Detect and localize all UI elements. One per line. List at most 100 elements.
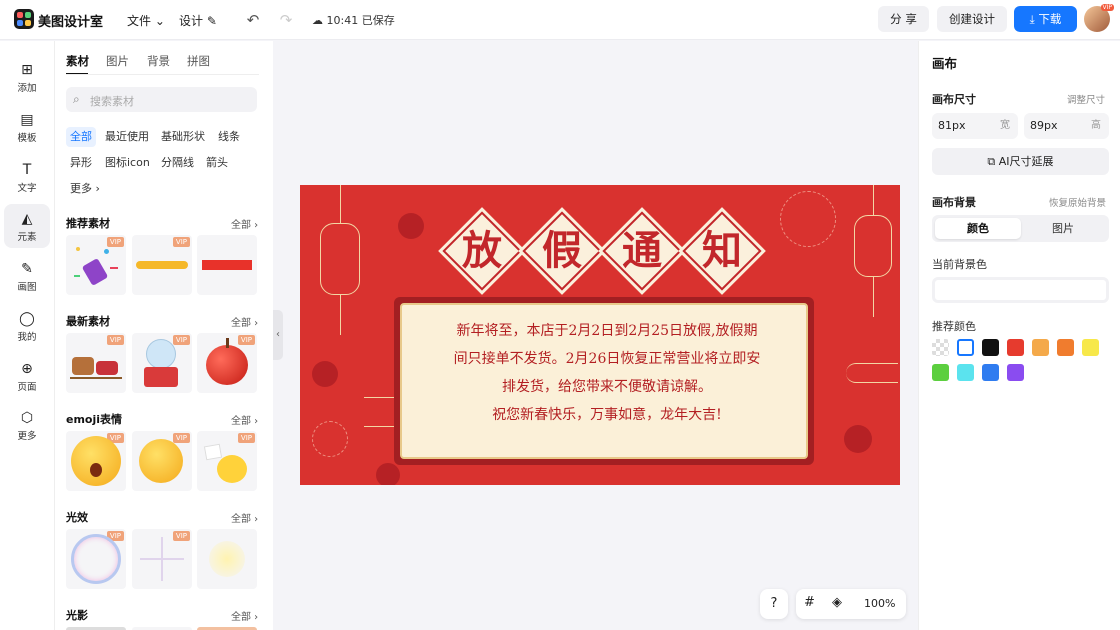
collapse-panel-button[interactable]: ‹ xyxy=(273,310,283,360)
current-bg-color[interactable] xyxy=(932,277,1109,303)
canvas-bg-label: 画布背景 xyxy=(932,196,976,209)
notice-card: 新年将至，本店于2月2日到2月25日放假,放假期 间只接单不发货。2月26日恢复… xyxy=(394,297,814,465)
download-button[interactable]: ⤓ 下载 xyxy=(1014,6,1077,32)
design-menu[interactable]: 设计 ✎ xyxy=(179,12,217,29)
color-swatch[interactable] xyxy=(932,339,949,356)
firework-top-right xyxy=(780,191,836,247)
color-swatch[interactable] xyxy=(982,339,999,356)
search-icon: ⌕ xyxy=(73,92,80,106)
brand-name: 美图设计室 xyxy=(38,15,104,30)
zoom-level[interactable]: 100% xyxy=(864,597,895,610)
nav-elements[interactable]: ◭ 元素 xyxy=(4,204,50,248)
file-menu[interactable]: 文件 ⌄ xyxy=(127,12,165,29)
avatar[interactable]: VIP xyxy=(1084,4,1114,32)
zoom-toolbar: # ◈ 100% xyxy=(796,589,906,619)
title-char-4: 知 xyxy=(702,227,742,274)
lantern-tassel-right xyxy=(873,277,874,317)
restore-bg-link[interactable]: 恢复原始背景 xyxy=(1049,195,1106,209)
nav-mine[interactable]: ◯ 我的 xyxy=(4,304,50,348)
section-more-emoji[interactable]: 全部 › xyxy=(231,412,258,427)
bg-color-option[interactable]: 颜色 xyxy=(935,218,1021,239)
asset-party-popper[interactable]: VIP xyxy=(66,235,126,295)
nav-add[interactable]: ⊞ 添加 xyxy=(4,55,50,99)
text-icon: T xyxy=(22,162,32,178)
nav-more[interactable]: ⬡ 更多 xyxy=(4,403,50,447)
layers-icon[interactable]: ◈ xyxy=(832,595,842,610)
bg-type-toggle: 颜色 图片 xyxy=(932,215,1109,242)
asset-yellow-brush[interactable]: VIP xyxy=(132,235,192,295)
tag-arrows[interactable]: 箭头 xyxy=(202,153,232,173)
section-more-shadow[interactable]: 全部 › xyxy=(231,608,258,623)
asset-emoji-thinking[interactable]: VIP xyxy=(132,431,192,491)
asset-apple[interactable]: VIP xyxy=(197,333,257,393)
nav-draw[interactable]: ✎ 画图 xyxy=(4,254,50,298)
firework-bottom-left xyxy=(312,421,348,457)
share-button[interactable]: 分 享 xyxy=(878,6,929,32)
color-swatch[interactable] xyxy=(932,364,949,381)
flower-bottom xyxy=(376,463,400,485)
asset-sparkle[interactable]: VIP xyxy=(132,529,192,589)
color-swatch[interactable] xyxy=(957,364,974,381)
tab-images[interactable]: 图片 xyxy=(106,53,129,69)
tab-materials[interactable]: 素材 xyxy=(66,53,89,69)
color-swatch[interactable] xyxy=(957,339,974,356)
create-design-button[interactable]: 创建设计 xyxy=(937,6,1007,32)
grid-icon[interactable]: # xyxy=(804,595,815,610)
width-input[interactable]: 81px 宽 xyxy=(932,113,1018,139)
tag-lines[interactable]: 线条 xyxy=(214,127,244,147)
asset-red-bar[interactable] xyxy=(197,235,257,295)
color-swatch[interactable] xyxy=(1032,339,1049,356)
ai-resize-button[interactable]: ⧉ AI尺寸延展 xyxy=(932,148,1109,175)
bg-image-option[interactable]: 图片 xyxy=(1020,218,1106,239)
title-char-2: 假 xyxy=(542,227,582,274)
nav-text[interactable]: T 文字 xyxy=(4,155,50,199)
color-swatch[interactable] xyxy=(1007,339,1024,356)
section-more-light[interactable]: 全部 › xyxy=(231,510,258,525)
tag-more[interactable]: 更多 › xyxy=(66,179,104,199)
title-char-1: 放 xyxy=(462,227,502,274)
nav-template[interactable]: ▤ 模板 xyxy=(4,105,50,149)
section-title-shadow: 光影 xyxy=(66,609,88,622)
properties-panel: 画布 画布尺寸 调整尺寸 81px 宽 89px 高 ⧉ AI尺寸延展 画布背景 恢… xyxy=(918,41,1120,630)
tab-backgrounds[interactable]: 背景 xyxy=(147,53,170,69)
asset-emoji-scared[interactable]: VIP xyxy=(66,431,126,491)
tag-recent[interactable]: 最近使用 xyxy=(101,127,153,147)
color-swatch[interactable] xyxy=(1057,339,1074,356)
nav-page[interactable]: ⊕ 页面 xyxy=(4,354,50,398)
logo-icon[interactable] xyxy=(14,9,34,29)
tab-collage[interactable]: 拼图 xyxy=(187,53,210,69)
cloud-icon: ☁ xyxy=(312,14,323,27)
design-canvas[interactable]: 放 假 通 知 新年将至，本店于2月2日到2月25日放假,放假期 间只接单不发货… xyxy=(300,185,900,485)
asset-emoji-chick[interactable]: VIP xyxy=(197,431,257,491)
tag-basic-shapes[interactable]: 基础形状 xyxy=(157,127,209,147)
tag-icons[interactable]: 图标icon xyxy=(101,153,154,173)
asset-sleigh[interactable]: VIP xyxy=(66,333,126,393)
template-icon: ▤ xyxy=(20,112,34,128)
section-more-recommended[interactable]: 全部 › xyxy=(231,216,258,231)
shapes-icon: ◭ xyxy=(21,211,33,227)
color-swatch[interactable] xyxy=(982,364,999,381)
panel-title: 画布 xyxy=(932,56,958,71)
tag-divider[interactable]: 分隔线 xyxy=(157,153,198,173)
plus-icon: ⊞ xyxy=(21,62,33,78)
height-input[interactable]: 89px 高 xyxy=(1024,113,1109,139)
search-input[interactable]: ⌕ 搜索素材 xyxy=(66,87,257,112)
tag-irregular[interactable]: 异形 xyxy=(66,153,96,173)
section-title-recommended: 推荐素材 xyxy=(66,217,110,230)
asset-bubble[interactable]: VIP xyxy=(66,529,126,589)
asset-glow[interactable] xyxy=(197,529,257,589)
color-swatch[interactable] xyxy=(1082,339,1099,356)
redo-icon[interactable]: ↷ xyxy=(276,10,296,30)
draw-icon: ✎ xyxy=(21,261,33,277)
lantern-left xyxy=(320,223,360,295)
section-more-latest[interactable]: 全部 › xyxy=(231,314,258,329)
asset-snow-globe[interactable]: VIP xyxy=(132,333,192,393)
tag-all[interactable]: 全部 xyxy=(66,127,96,147)
resize-link[interactable]: 调整尺寸 xyxy=(1067,92,1105,106)
top-bar: 美图设计室 文件 ⌄ 设计 ✎ ↶ ↷ ☁ 10:41 已保存 分 享 创建设计… xyxy=(0,0,1120,40)
color-swatch[interactable] xyxy=(1007,364,1024,381)
recommended-colors-label: 推荐颜色 xyxy=(932,320,976,333)
help-button[interactable]: ? xyxy=(760,589,788,619)
notice-line-1: 新年将至，本店于2月2日到2月25日放假,放假期 xyxy=(456,323,758,339)
undo-icon[interactable]: ↶ xyxy=(243,10,263,30)
